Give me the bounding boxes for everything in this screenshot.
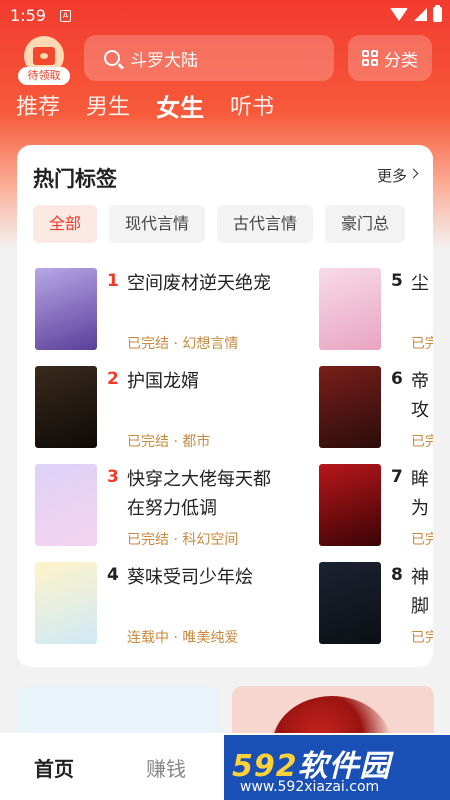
book-cover (319, 562, 381, 644)
category-label: 分类 (384, 50, 418, 71)
book-title: 护国龙婿 (127, 371, 199, 392)
notification-icon: A (60, 10, 71, 22)
chip-all[interactable]: 全部 (33, 205, 98, 243)
book-meta: 已完 (411, 532, 433, 548)
book-meta: 已完 (411, 434, 433, 450)
tab-male[interactable]: 男生 (86, 92, 130, 124)
book-item[interactable]: 8 神脚 已完 (319, 559, 433, 649)
book-meta: 已完结 · 科幻空间 (127, 532, 239, 548)
chip-modern-romance[interactable]: 现代言情 (109, 205, 206, 243)
book-rank: 5 (391, 271, 403, 291)
status-time: 1:59 (10, 6, 46, 25)
book-cover (319, 366, 381, 448)
section-title: 热门标签 (33, 167, 117, 191)
book-meta: 已完 (411, 336, 433, 352)
book-cover (35, 464, 97, 546)
book-title: 神脚 (411, 567, 429, 617)
book-item[interactable]: 2 护国龙婿 已完结 · 都市 (35, 363, 295, 453)
gift-label: 待领取 (18, 67, 70, 85)
chip-ancient-romance[interactable]: 古代言情 (217, 205, 314, 243)
nav-earn[interactable]: 赚钱 (146, 753, 186, 782)
book-rank: 2 (107, 369, 119, 389)
chevron-right-icon[interactable] (408, 168, 419, 179)
site-watermark: 592软件园 www.592xiazai.com (224, 735, 450, 800)
nav-home[interactable]: 首页 (34, 753, 74, 782)
book-meta: 已完结 · 都市 (127, 434, 211, 450)
book-title: 帝攻 (411, 371, 429, 421)
hot-tags-card: 热门标签 更多 全部 现代言情 古代言情 豪门总 1 空间废材逆天绝宠 已完结 … (17, 145, 433, 667)
book-rank: 3 (107, 467, 119, 487)
book-meta: 已完结 · 幻想言情 (127, 336, 239, 352)
book-cover (35, 562, 97, 644)
book-title: 眸为 (411, 469, 429, 519)
book-rank: 7 (391, 467, 403, 487)
search-input[interactable]: 斗罗大陆 (84, 35, 334, 81)
book-title: 空间废材逆天绝宠 (127, 273, 271, 294)
book-item[interactable]: 5 尘 已完 (319, 265, 433, 355)
book-item[interactable]: 3 快穿之大佬每天都在努力低调 已完结 · 科幻空间 (35, 461, 295, 551)
book-title: 尘 (411, 273, 429, 294)
book-title: 葵味受司少年烩 (127, 567, 253, 588)
status-bar: 1:59 A (0, 0, 450, 32)
wifi-icon (390, 8, 408, 21)
more-link[interactable]: 更多 (377, 165, 407, 186)
tab-audiobook[interactable]: 听书 (230, 92, 274, 124)
category-button[interactable]: 分类 (348, 35, 432, 81)
book-item[interactable]: 1 空间废材逆天绝宠 已完结 · 幻想言情 (35, 265, 295, 355)
book-meta: 已完 (411, 630, 433, 646)
tab-recommend[interactable]: 推荐 (16, 92, 60, 124)
book-rank: 4 (107, 565, 119, 585)
book-cover (35, 366, 97, 448)
gift-reward-button[interactable]: 待领取 (18, 36, 70, 86)
book-cover (319, 268, 381, 350)
search-icon (104, 50, 120, 66)
signal-icon (414, 8, 427, 21)
battery-icon (433, 5, 442, 22)
book-cover (35, 268, 97, 350)
book-item[interactable]: 6 帝攻 已完 (319, 363, 433, 453)
channel-tabs: 推荐 男生 女生 听书 (16, 92, 274, 124)
book-title: 快穿之大佬每天都在努力低调 (127, 469, 271, 519)
book-item[interactable]: 4 葵味受司少年烩 连载中 · 唯美纯爱 (35, 559, 295, 649)
tag-chips: 全部 现代言情 古代言情 豪门总 (33, 205, 406, 243)
search-placeholder: 斗罗大陆 (130, 50, 198, 71)
chip-wealthy-ceo[interactable]: 豪门总 (325, 205, 406, 243)
system-icons (390, 5, 442, 22)
book-rank: 1 (107, 271, 119, 291)
book-rank: 6 (391, 369, 403, 389)
book-item[interactable]: 7 眸为 已完 (319, 461, 433, 551)
book-cover (319, 464, 381, 546)
tab-female[interactable]: 女生 (156, 92, 204, 124)
grid-icon (362, 50, 378, 66)
book-rank: 8 (391, 565, 403, 585)
watermark-url: www.592xiazai.com (240, 779, 380, 795)
book-meta: 连载中 · 唯美纯爱 (127, 630, 239, 646)
